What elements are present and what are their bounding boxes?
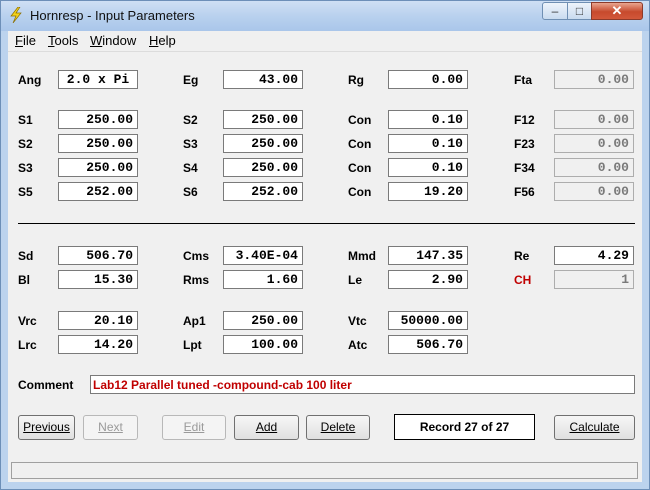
input-parameters-panel: Ang 2.0 x Pi Eg 43.00 Rg 0.00 Fta 0.00 S… [8,52,642,460]
field-s1[interactable]: 250.00 [58,110,138,129]
label-rg: Rg [348,73,364,87]
label-s4: S4 [183,161,198,175]
label-s2-a: S2 [18,137,33,151]
field-f23: 0.00 [554,134,634,153]
field-lrc[interactable]: 14.20 [58,335,138,354]
add-button[interactable]: Add [234,415,299,440]
lightning-bolt-icon [10,7,22,23]
calculate-button[interactable]: Calculate [554,415,635,440]
field-f34: 0.00 [554,158,634,177]
field-rg[interactable]: 0.00 [388,70,468,89]
label-con-2: Con [348,137,372,151]
label-s5: S5 [18,185,33,199]
field-le[interactable]: 2.90 [388,270,468,289]
field-con-1[interactable]: 0.10 [388,110,468,129]
previous-button[interactable]: Previous [18,415,75,440]
comment-field[interactable]: Lab12 Parallel tuned -compound-cab 100 l… [90,375,635,394]
label-con-3: Con [348,161,372,175]
menu-help[interactable]: Help [149,33,176,48]
label-f23: F23 [514,137,535,151]
label-s6: S6 [183,185,198,199]
field-con-4[interactable]: 19.20 [388,182,468,201]
menu-file[interactable]: File [15,33,36,48]
title-bar[interactable]: Hornresp - Input Parameters ‒ □ ✕ [1,1,649,31]
label-re: Re [514,249,530,263]
label-s1: S1 [18,113,33,127]
field-s6[interactable]: 252.00 [223,182,303,201]
label-lrc: Lrc [18,338,37,352]
menu-window[interactable]: Window [90,33,136,48]
field-f12: 0.00 [554,110,634,129]
menu-tools[interactable]: Tools [48,33,78,48]
field-s5[interactable]: 252.00 [58,182,138,201]
delete-button[interactable]: Delete [306,415,370,440]
status-bar [8,460,642,482]
field-ang[interactable]: 2.0 x Pi [58,70,138,89]
field-vtc[interactable]: 50000.00 [388,311,468,330]
field-sd[interactable]: 506.70 [58,246,138,265]
label-f12: F12 [514,113,535,127]
label-le: Le [348,273,363,287]
label-ch: CH [514,273,532,287]
label-vrc: Vrc [18,314,37,328]
field-fta: 0.00 [554,70,634,89]
minimize-button[interactable]: ‒ [542,2,568,20]
label-con-4: Con [348,185,372,199]
field-bl[interactable]: 15.30 [58,270,138,289]
window-title: Hornresp - Input Parameters [30,8,195,23]
edit-button: Edit [162,415,226,440]
field-ap1[interactable]: 250.00 [223,311,303,330]
main-window: Hornresp - Input Parameters ‒ □ ✕ File T… [0,0,650,490]
field-s2-a[interactable]: 250.00 [58,134,138,153]
section-divider [18,223,635,224]
label-s2-b: S2 [183,113,198,127]
label-bl: Bl [18,273,30,287]
field-eg[interactable]: 43.00 [223,70,303,89]
field-lpt[interactable]: 100.00 [223,335,303,354]
field-ch: 1 [554,270,634,289]
minimize-icon: ‒ [551,4,559,18]
label-vtc: Vtc [348,314,367,328]
maximize-button[interactable]: □ [567,2,592,20]
field-cms[interactable]: 3.40E-04 [223,246,303,265]
field-atc[interactable]: 506.70 [388,335,468,354]
field-s2-b[interactable]: 250.00 [223,110,303,129]
label-ang: Ang [18,73,42,87]
label-s3-a: S3 [18,161,33,175]
label-sd: Sd [18,249,34,263]
field-con-2[interactable]: 0.10 [388,134,468,153]
close-button[interactable]: ✕ [591,2,643,20]
maximize-icon: □ [575,4,584,18]
next-button: Next [83,415,138,440]
field-con-3[interactable]: 0.10 [388,158,468,177]
field-rms[interactable]: 1.60 [223,270,303,289]
field-vrc[interactable]: 20.10 [58,311,138,330]
label-mmd: Mmd [348,249,376,263]
close-icon: ✕ [611,3,623,18]
label-s3-b: S3 [183,137,198,151]
label-cms: Cms [183,249,210,263]
label-atc: Atc [348,338,368,352]
field-s3-b[interactable]: 250.00 [223,134,303,153]
field-s4[interactable]: 250.00 [223,158,303,177]
menu-bar: File Tools Window Help [8,31,642,52]
label-lpt: Lpt [183,338,202,352]
label-con-1: Con [348,113,372,127]
status-panel [11,462,638,479]
label-f56: F56 [514,185,535,199]
record-indicator: Record 27 of 27 [394,414,535,440]
label-f34: F34 [514,161,535,175]
label-fta: Fta [514,73,532,87]
label-eg: Eg [183,73,199,87]
field-re[interactable]: 4.29 [554,246,634,265]
label-ap1: Ap1 [183,314,206,328]
field-s3-a[interactable]: 250.00 [58,158,138,177]
field-mmd[interactable]: 147.35 [388,246,468,265]
label-rms: Rms [183,273,210,287]
field-f56: 0.00 [554,182,634,201]
label-comment: Comment [18,378,74,392]
